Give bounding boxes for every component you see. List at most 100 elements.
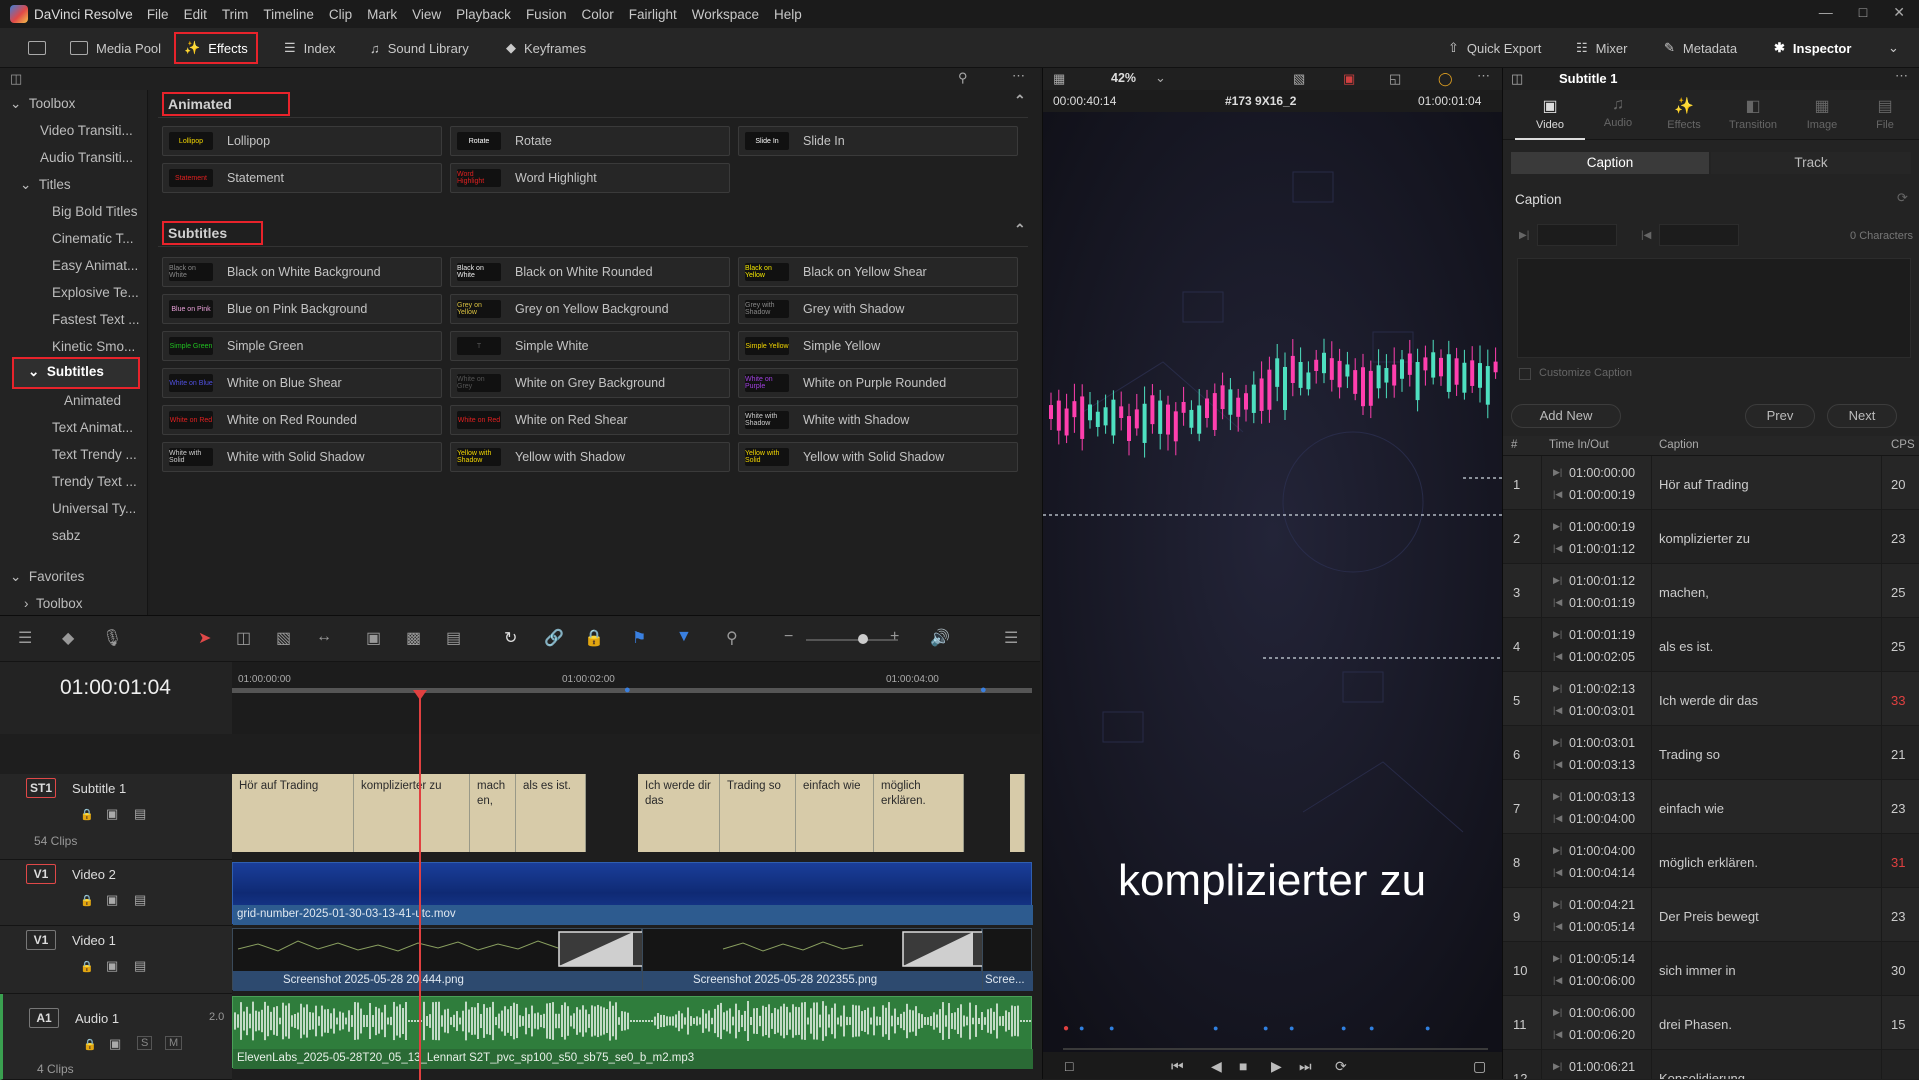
menu-trim[interactable]: Trim bbox=[222, 7, 249, 22]
lock-icon[interactable]: 🔒 bbox=[584, 628, 604, 648]
menu-workspace[interactable]: Workspace bbox=[692, 7, 759, 22]
color-icon[interactable]: ◯ bbox=[1438, 71, 1453, 87]
effect-preset-button[interactable]: Yellow with Solid Yellow with Solid Shado… bbox=[738, 442, 1018, 472]
maximize-icon[interactable]: □ bbox=[1859, 4, 1867, 21]
marker-color-icon[interactable]: ▼ bbox=[676, 628, 692, 646]
trim-tool-icon[interactable]: ◫ bbox=[236, 628, 251, 648]
stop-icon[interactable]: ■ bbox=[1239, 1058, 1247, 1074]
effect-preset-button[interactable]: White on Blue White on Blue Shear bbox=[162, 368, 442, 398]
table-row[interactable]: 5 01:00:02:13 01:00:03:01 Ich werde dir das… bbox=[1503, 672, 1919, 726]
playhead-handle-icon[interactable] bbox=[413, 690, 427, 700]
effect-preset-button[interactable]: Yellow with Shadow Yellow with Shadow bbox=[450, 442, 730, 472]
panel-toggle-button[interactable] bbox=[20, 34, 54, 62]
keyframes-button[interactable]: ◆ Keyframes bbox=[498, 34, 594, 62]
tree-titles[interactable]: ⌄ Titles bbox=[20, 177, 71, 193]
table-row[interactable]: 6 01:00:03:01 01:00:03:13 Trading so 21 ▶| |◀ bbox=[1503, 726, 1919, 780]
table-row[interactable]: 10 01:00:05:14 01:00:06:00 sich immer in 30 ▶… bbox=[1503, 942, 1919, 996]
effect-preset-button[interactable]: White on Red White on Red Shear bbox=[450, 405, 730, 435]
marker-icon[interactable]: ● bbox=[1213, 1023, 1218, 1033]
track-tag[interactable]: A1 bbox=[29, 1008, 59, 1028]
effect-preset-button[interactable]: Simple Green Simple Green bbox=[162, 331, 442, 361]
tab-video[interactable]: ▣ Video bbox=[1515, 92, 1585, 140]
lock-icon[interactable]: 🔒 bbox=[80, 960, 94, 973]
table-row[interactable]: 1 01:00:00:00 01:00:00:19 Hör auf Trading 20… bbox=[1503, 456, 1919, 510]
marker-icon[interactable]: ● bbox=[1425, 1023, 1430, 1033]
customize-checkbox[interactable] bbox=[1519, 368, 1531, 380]
media-pool-button[interactable]: Media Pool bbox=[62, 34, 169, 62]
tree-subtitles[interactable]: ⌄ Subtitles bbox=[12, 357, 140, 389]
close-icon[interactable]: ✕ bbox=[1893, 4, 1905, 21]
mute-button[interactable]: M bbox=[165, 1036, 183, 1050]
effect-preset-button[interactable]: T Simple White bbox=[450, 331, 730, 361]
auto-select-icon[interactable]: ▣ bbox=[109, 1036, 121, 1052]
skip-to-end-icon[interactable]: ⏭ bbox=[1299, 1058, 1312, 1075]
crop-icon[interactable]: □ bbox=[1065, 1058, 1073, 1074]
video-2-clip[interactable]: grid-number-2025-01-30-03-13-41-utc.mov bbox=[232, 862, 1033, 925]
lock-icon[interactable]: 🔒 bbox=[80, 808, 94, 821]
dynamic-trim-icon[interactable]: ↔ bbox=[316, 628, 332, 646]
solo-button[interactable]: S bbox=[137, 1036, 153, 1050]
tree-subtitle-item[interactable]: Universal Ty... bbox=[52, 501, 136, 516]
tree-title-item[interactable]: Fastest Text ... bbox=[52, 312, 140, 327]
play-icon[interactable]: ▶ bbox=[1271, 1058, 1282, 1075]
menu-timeline[interactable]: Timeline bbox=[263, 7, 314, 22]
reset-icon[interactable]: ⟳ bbox=[1897, 190, 1908, 206]
tab-image[interactable]: ▦ Image bbox=[1789, 92, 1855, 140]
marker-icon[interactable]: ● bbox=[1341, 1023, 1346, 1033]
subtitle-clip[interactable]: einfach wie bbox=[796, 774, 874, 852]
menu-view[interactable]: View bbox=[412, 7, 441, 22]
expand-button[interactable]: ⌄ bbox=[1880, 34, 1907, 62]
tree-subtitle-item[interactable]: Trendy Text ... bbox=[52, 474, 137, 489]
tree-subtitle-item[interactable]: Animated bbox=[64, 393, 121, 408]
tree-title-item[interactable]: Explosive Te... bbox=[52, 285, 139, 300]
collapse-icon[interactable]: ⌃ bbox=[1014, 221, 1026, 238]
zoom-level[interactable]: 42% bbox=[1111, 71, 1136, 85]
sidebar-toggle-icon[interactable]: ◫ bbox=[10, 71, 22, 87]
timeline-settings-icon[interactable]: ☰ bbox=[1004, 628, 1018, 648]
zoom-in-icon[interactable]: + bbox=[890, 628, 899, 646]
menu-clip[interactable]: Clip bbox=[329, 7, 352, 22]
metadata-button[interactable]: ✎ Metadata bbox=[1656, 34, 1745, 62]
inspector-layout-icon[interactable]: ◫ bbox=[1511, 71, 1523, 87]
zoom-out-icon[interactable]: − bbox=[784, 628, 793, 646]
marker-icon[interactable]: ● bbox=[1289, 1023, 1294, 1033]
more-options-icon[interactable]: ⋯ bbox=[1012, 68, 1025, 84]
track-name[interactable]: Video 1 bbox=[72, 933, 116, 948]
tree-title-item[interactable]: Cinematic T... bbox=[52, 231, 134, 246]
tree-title-item[interactable]: Easy Animat... bbox=[52, 258, 138, 273]
auto-select-icon[interactable]: ▣ bbox=[106, 806, 118, 822]
effect-preset-button[interactable]: White on Red White on Red Rounded bbox=[162, 405, 442, 435]
collapse-icon[interactable]: ⌃ bbox=[1014, 92, 1026, 109]
auto-select-icon[interactable]: ▣ bbox=[106, 958, 118, 974]
effect-preset-button[interactable]: White with Shadow White with Shadow bbox=[738, 405, 1018, 435]
menu-edit[interactable]: Edit bbox=[184, 7, 207, 22]
lock-icon[interactable]: 🔒 bbox=[83, 1038, 97, 1051]
effect-preset-button[interactable]: Lollipop Lollipop bbox=[162, 126, 442, 156]
blade-tool-icon[interactable]: ▧ bbox=[276, 628, 291, 648]
effect-preset-button[interactable]: Grey on Yellow Grey on Yellow Background bbox=[450, 294, 730, 324]
subtitle-clip[interactable] bbox=[1010, 774, 1025, 852]
reverse-play-icon[interactable]: ◀ bbox=[1211, 1058, 1222, 1075]
menu-mark[interactable]: Mark bbox=[367, 7, 397, 22]
track-tag[interactable]: V1 bbox=[26, 930, 56, 950]
zoom-slider-handle[interactable] bbox=[858, 634, 868, 644]
tab-transition[interactable]: ◧ Transition bbox=[1717, 92, 1789, 140]
zoom-slider[interactable] bbox=[806, 639, 898, 641]
subtitle-clip[interactable]: mach en, bbox=[470, 774, 516, 852]
tree-title-item[interactable]: Big Bold Titles bbox=[52, 204, 138, 219]
tab-file[interactable]: ▤ File bbox=[1855, 92, 1915, 140]
tab-audio[interactable]: ♫ Audio bbox=[1585, 92, 1651, 140]
transform-icon[interactable]: ◱ bbox=[1389, 71, 1401, 87]
search-icon[interactable]: ⚲ bbox=[958, 70, 968, 86]
more-options-icon[interactable]: ⋯ bbox=[1477, 68, 1490, 84]
tree-audio-transitions[interactable]: Audio Transiti... bbox=[40, 150, 133, 165]
index-button[interactable]: ☰ Index bbox=[276, 34, 343, 62]
table-row[interactable]: 8 01:00:04:00 01:00:04:14 möglich erklären.… bbox=[1503, 834, 1919, 888]
marker-icon[interactable]: ● bbox=[980, 684, 987, 696]
snapping-icon[interactable]: ↻ bbox=[504, 628, 517, 648]
table-row[interactable]: 4 01:00:01:19 01:00:02:05 als es ist. 25 ▶| |◀ bbox=[1503, 618, 1919, 672]
subtitle-clip[interactable]: komplizierter zu bbox=[354, 774, 470, 852]
viewer-layout-icon[interactable]: ▦ bbox=[1053, 71, 1065, 87]
effect-preset-button[interactable]: Rotate Rotate bbox=[450, 126, 730, 156]
playhead-marker-icon[interactable]: ● bbox=[1063, 1023, 1069, 1034]
